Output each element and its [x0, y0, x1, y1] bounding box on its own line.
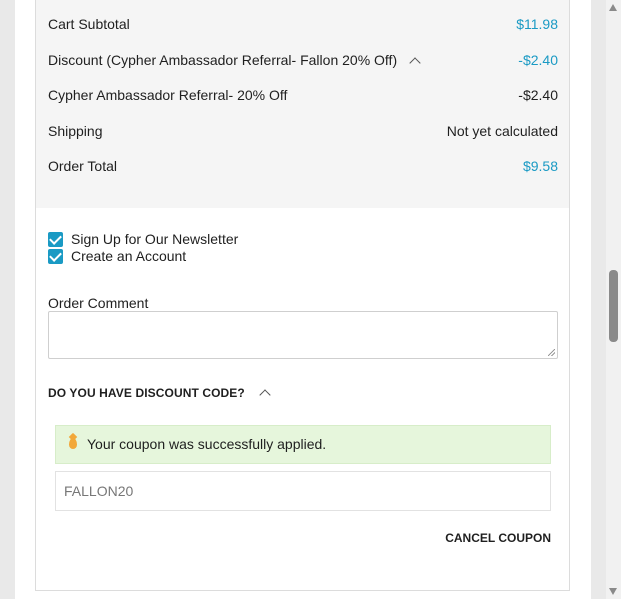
create-account-label[interactable]: Create an Account: [71, 248, 186, 265]
discount-label-wrap[interactable]: Discount (Cypher Ambassador Referral- Fa…: [48, 50, 421, 70]
discount-code-input[interactable]: [55, 471, 551, 511]
droplet-icon: [69, 438, 77, 449]
order-total-value: $9.58: [522, 158, 558, 174]
scroll-up-arrow-icon[interactable]: [609, 4, 617, 11]
success-text: Your coupon was successfully applied.: [87, 436, 327, 452]
newsletter-checkbox[interactable]: [48, 232, 63, 247]
discount-value: -$2.40: [518, 52, 558, 68]
chevron-up-icon[interactable]: [259, 389, 271, 401]
scroll-down-arrow-icon[interactable]: [609, 588, 617, 595]
totals-section: Cart Subtotal $11.98 Discount (Cypher Am…: [36, 0, 569, 208]
discount-detail-value: -$2.40: [518, 87, 558, 103]
subtotal-label: Cart Subtotal: [48, 16, 130, 32]
discount-detail-row: Cypher Ambassador Referral- 20% Off -$2.…: [48, 85, 558, 105]
discount-detail-label: Cypher Ambassador Referral- 20% Off: [48, 87, 288, 103]
scrollbar-thumb[interactable]: [609, 270, 618, 342]
subtotal-row: Cart Subtotal $11.98: [48, 14, 558, 34]
coupon-success-message: Your coupon was successfully applied.: [55, 425, 551, 464]
resize-grip-icon[interactable]: [548, 349, 555, 356]
order-comment-textarea[interactable]: [48, 311, 558, 359]
vertical-scrollbar[interactable]: [606, 0, 621, 599]
discount-label: Discount (Cypher Ambassador Referral- Fa…: [48, 52, 398, 68]
order-total-label: Order Total: [48, 158, 117, 174]
newsletter-label[interactable]: Sign Up for Our Newsletter: [71, 231, 238, 248]
subtotal-value: $11.98: [516, 16, 558, 32]
cancel-coupon-button[interactable]: CANCEL COUPON: [445, 530, 551, 546]
order-comment-label: Order Comment: [48, 295, 149, 311]
order-total-row: Order Total $9.58: [48, 156, 558, 176]
discount-code-toggle[interactable]: DO YOU HAVE DISCOUNT CODE?: [48, 385, 271, 401]
shipping-row: Shipping Not yet calculated: [48, 121, 558, 141]
discount-code-heading[interactable]: DO YOU HAVE DISCOUNT CODE?: [48, 386, 245, 400]
shipping-value: Not yet calculated: [446, 123, 558, 139]
shipping-label: Shipping: [48, 123, 103, 139]
discount-row[interactable]: Discount (Cypher Ambassador Referral- Fa…: [48, 50, 558, 70]
create-account-checkbox[interactable]: [48, 249, 63, 264]
checkout-summary-panel: Cart Subtotal $11.98 Discount (Cypher Am…: [35, 0, 570, 591]
chevron-up-icon[interactable]: [409, 57, 421, 69]
